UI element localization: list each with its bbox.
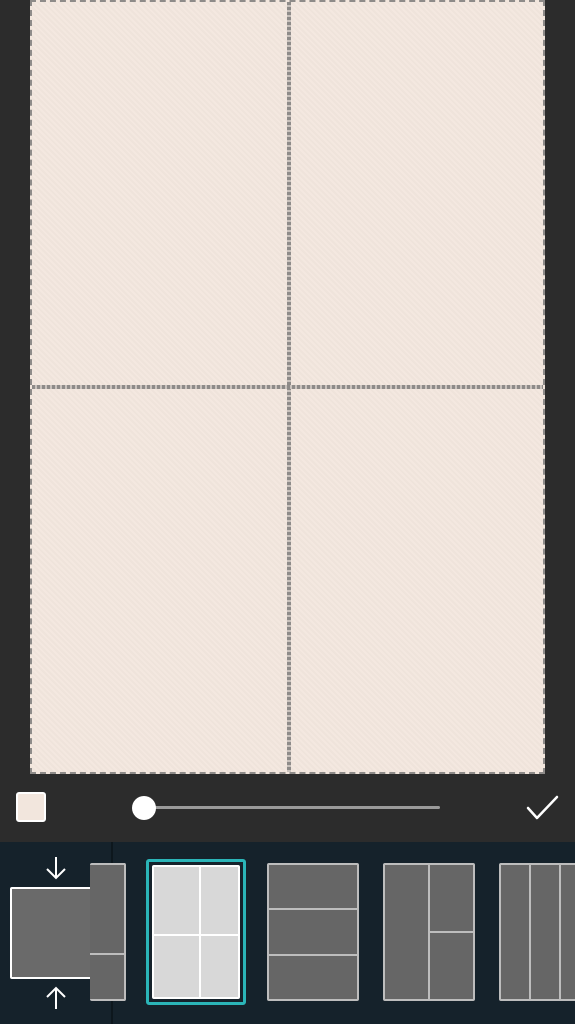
border-width-value: 0 <box>0 774 1 775</box>
collage-cell-top-right[interactable] <box>291 2 543 385</box>
layout-option-rows-3[interactable] <box>267 863 359 1001</box>
layout-option-columns-3[interactable] <box>499 863 575 1001</box>
layout-option-partial[interactable] <box>90 863 126 1001</box>
check-icon <box>526 795 559 820</box>
border-width-slider[interactable] <box>143 806 440 809</box>
arrow-up-icon <box>46 986 66 1009</box>
collage-cell-bottom-left[interactable] <box>32 389 287 772</box>
confirm-button[interactable] <box>522 788 562 828</box>
arrow-down-icon <box>46 857 66 880</box>
collage-controls-bar: 0 <box>0 774 575 842</box>
background-color-swatch[interactable] <box>16 792 46 822</box>
collage-cell-top-left[interactable] <box>32 2 287 385</box>
layout-option-grid-2x2[interactable] <box>146 859 246 1005</box>
border-width-slider-thumb[interactable] <box>132 796 156 820</box>
horizontal-cell-divider[interactable] <box>32 385 543 389</box>
layout-picker-strip <box>0 842 575 1024</box>
collage-canvas <box>30 0 545 774</box>
aspect-preview-box <box>10 887 102 979</box>
layout-option-left-column-right-split[interactable] <box>383 863 475 1001</box>
collage-cell-bottom-right[interactable] <box>291 389 543 772</box>
